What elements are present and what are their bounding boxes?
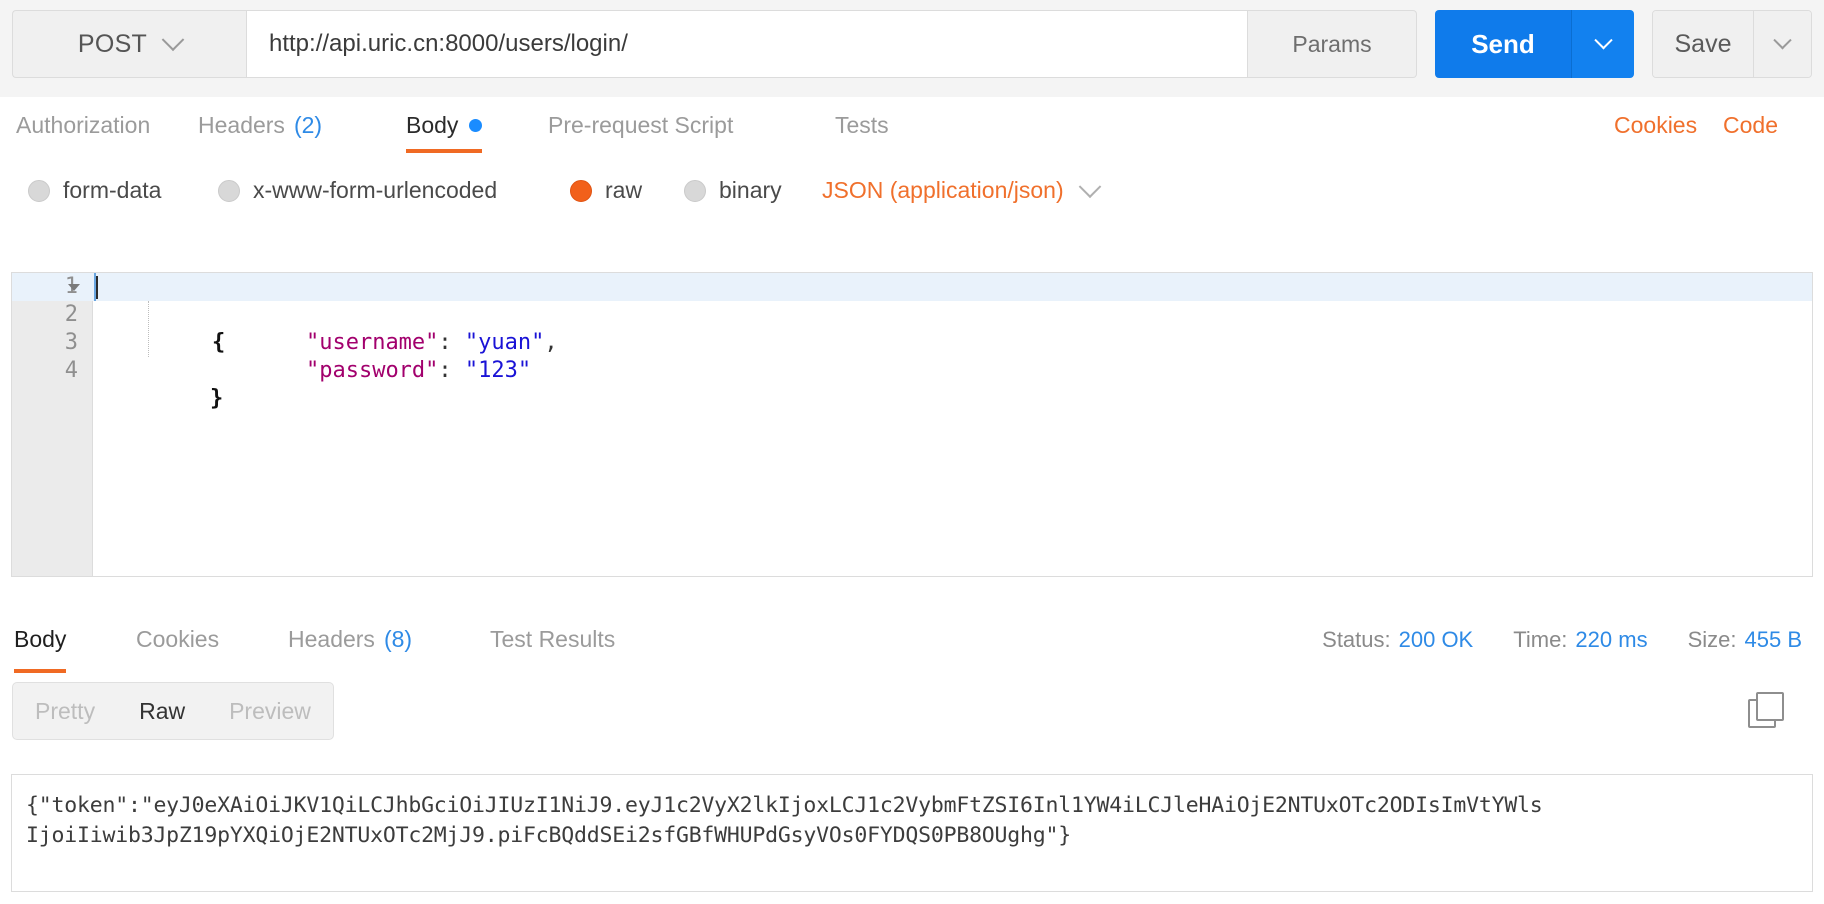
response-tab-headers-count: (8) [383,626,413,652]
response-tab-body-active-underline [14,669,67,673]
tab-body[interactable]: Body [406,97,483,153]
size-value: 455 B [1744,626,1803,652]
radio-raw-icon [570,179,592,202]
chevron-down-icon [1773,30,1792,49]
radio-x-www-form-urlencoded[interactable]: x-www-form-urlencoded [218,177,497,204]
radio-form-data-icon [28,179,50,202]
save-button-group: Save [1652,10,1812,78]
size-meta: Size: 455 B [1688,627,1802,653]
tab-tests[interactable]: Tests [835,97,889,153]
radio-x-www-form-urlencoded-icon [218,179,240,202]
editor-line-2-content: "username": "yuan", [94,301,1812,355]
view-mode-preview[interactable]: Preview [207,683,333,739]
tab-pre-request-script-label: Pre-request Script [548,111,734,138]
response-tab-headers-label: Headers [288,626,375,652]
radio-raw-label: raw [605,177,643,203]
send-options-button[interactable] [1571,10,1634,78]
response-body-line-2: IjoiIiwib3JpZ19pYXQiOjE2NTUxOTc2MjJ9.piF… [26,823,1072,848]
response-view-mode-group: Pretty Raw Preview [12,682,334,740]
editor-line-2[interactable]: 2 "username": "yuan", [12,301,1812,355]
tab-headers[interactable]: Headers (2) [198,97,322,153]
postman-request-response-pane: POST http://api.uric.cn:8000/users/login… [0,0,1824,904]
response-body-viewer[interactable]: {"token":"eyJ0eXAiOiJKV1QiLCJhbGciOiJIUz… [11,774,1813,892]
response-tab-test-results[interactable]: Test Results [490,606,615,673]
editor-line-1[interactable]: 1 { [12,273,1812,355]
radio-binary-label: binary [719,177,782,203]
body-type-radio-row: form-data x-www-form-urlencoded raw bina… [0,153,1824,228]
http-method-label: POST [77,29,148,58]
text-caret [96,276,98,299]
response-tab-body-label: Body [14,626,67,652]
copy-icon[interactable] [1748,692,1784,728]
request-body-editor[interactable]: 1 { 2 "username": "yuan", 3 "password": … [11,272,1813,577]
tab-authorization[interactable]: Authorization [16,97,150,153]
code-link[interactable]: Code [1723,97,1778,153]
request-tab-bar: Authorization Headers (2) Body Pre-reque… [0,97,1824,154]
response-tab-cookies[interactable]: Cookies [136,606,219,673]
radio-form-data-label: form-data [63,177,162,203]
response-tab-bar: Body Cookies Headers (8) Test Results St… [0,606,1824,675]
radio-form-data[interactable]: form-data [28,177,161,204]
send-button[interactable]: Send [1435,10,1571,78]
response-tab-body[interactable]: Body [14,606,67,673]
body-modified-dot-icon [469,118,483,132]
tab-headers-count: (2) [293,111,323,138]
code-link-label: Code [1723,111,1778,138]
line-number-3: 3 [64,330,78,355]
chevron-down-icon [161,28,185,52]
chevron-down-icon [1078,174,1101,198]
http-method-selector[interactable]: POST [12,10,246,78]
editor-line-3[interactable]: 3 "password": "123" [12,329,1812,383]
tab-headers-label: Headers [198,111,285,138]
time-value: 220 ms [1575,626,1648,652]
radio-binary-icon [684,179,706,202]
send-button-group: Send [1435,10,1634,78]
editor-line-4[interactable]: 4 } [12,357,1812,411]
view-mode-pretty[interactable]: Pretty [13,683,117,739]
response-meta: Status: 200 OK Time: 220 ms Size: 455 B [1322,606,1802,673]
tab-pre-request-script[interactable]: Pre-request Script [548,97,733,153]
tab-body-label: Body [406,111,459,138]
status-label: Status: [1322,626,1391,652]
status-meta: Status: 200 OK [1322,627,1473,653]
cookies-link[interactable]: Cookies [1614,97,1697,153]
radio-x-www-form-urlencoded-label: x-www-form-urlencoded [253,177,498,203]
time-label: Time: [1513,626,1568,652]
time-meta: Time: 220 ms [1513,627,1647,653]
url-input-value: http://api.uric.cn:8000/users/login/ [269,30,628,57]
params-button[interactable]: Params [1248,10,1417,78]
radio-raw[interactable]: raw [570,177,642,204]
response-body-line-1: {"token":"eyJ0eXAiOiJKV1QiLCJhbGciOiJIUz… [26,793,1543,818]
response-tab-cookies-label: Cookies [136,626,220,652]
code-fold-toggle-icon[interactable] [68,284,80,291]
editor-line-3-content: "password": "123" [94,329,1812,383]
view-mode-raw[interactable]: Raw [117,683,207,739]
status-value: 200 OK [1398,626,1474,652]
line-number-2: 2 [64,302,78,327]
editor-line-1-content: { [94,273,1812,355]
save-options-button[interactable] [1753,11,1811,77]
content-type-label: JSON (application/json) [822,177,1064,203]
request-url-bar: POST http://api.uric.cn:8000/users/login… [0,0,1824,100]
radio-binary[interactable]: binary [684,177,782,204]
response-tab-test-results-label: Test Results [490,626,616,652]
content-type-dropdown[interactable]: JSON (application/json) [822,174,1101,204]
json-close-brace: } [209,386,224,411]
response-view-toolbar: Pretty Raw Preview [0,674,1824,748]
size-label: Size: [1687,626,1737,652]
tab-tests-label: Tests [835,111,889,138]
url-input[interactable]: http://api.uric.cn:8000/users/login/ [246,10,1248,78]
save-button[interactable]: Save [1653,11,1753,77]
response-tab-headers[interactable]: Headers (8) [288,606,412,673]
line-number-4: 4 [64,358,78,383]
editor-line-4-content: } [94,357,1812,411]
tab-authorization-label: Authorization [16,111,151,138]
cookies-link-label: Cookies [1614,111,1698,138]
chevron-down-icon [1593,30,1613,49]
